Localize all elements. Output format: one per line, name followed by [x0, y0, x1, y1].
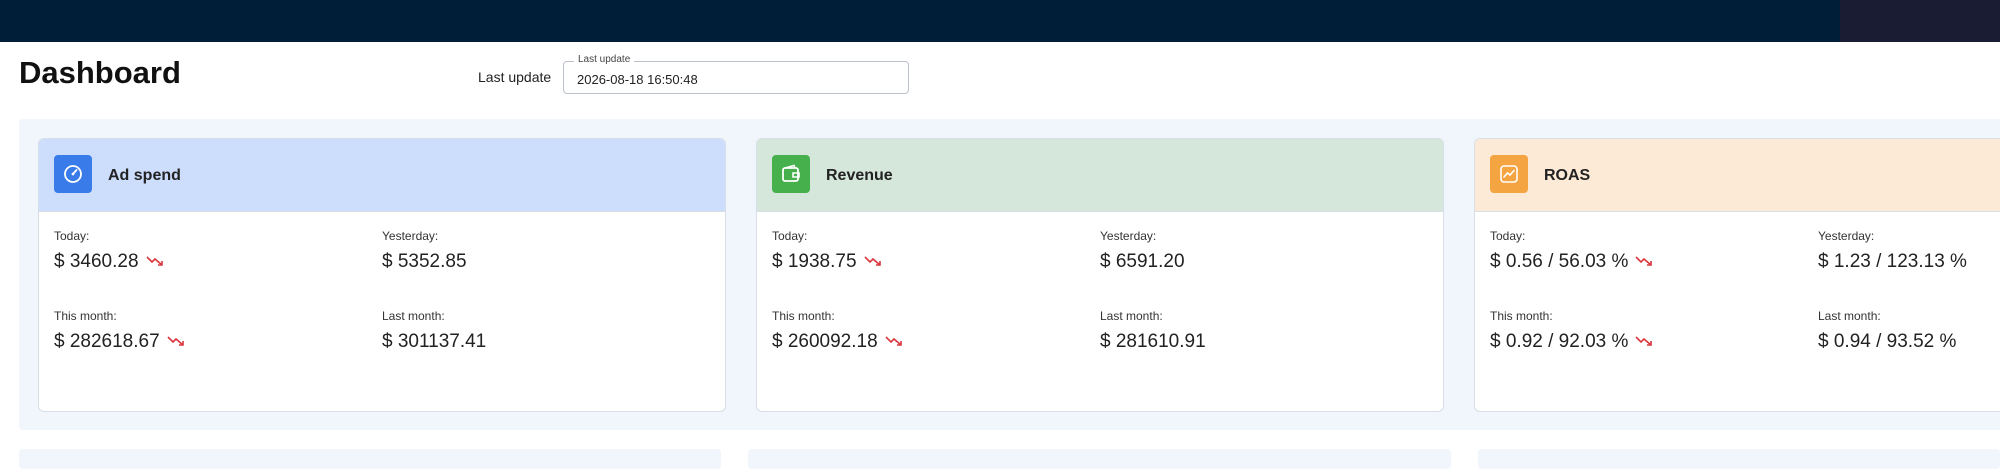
last-update-value: 2026-08-18 16:50:48: [577, 72, 698, 87]
card-roas: ROAS Today: $ 0.56 / 56.03 % Yesterday: …: [1474, 138, 2000, 412]
stat-value: $ 260092.18: [772, 331, 878, 352]
stat-value-row: $ 3460.28: [54, 251, 164, 273]
stat-label: Last month:: [1100, 309, 1163, 323]
stat-label: This month:: [54, 309, 117, 323]
top-app-bar: [0, 0, 2000, 42]
stat-last-month: Last month: $ 301137.41: [382, 309, 486, 353]
stat-label: Last month:: [1818, 309, 1881, 323]
stat-last-month: Last month: $ 0.94 / 93.52 %: [1818, 309, 1956, 353]
trend-down-icon: [1635, 251, 1653, 273]
trend-down-icon: [863, 251, 882, 273]
wallet-icon: [772, 155, 810, 193]
stat-value-row: $ 1938.75: [772, 251, 882, 273]
stat-value-row: $ 0.92 / 92.03 %: [1490, 331, 1653, 353]
card-header: ROAS: [1475, 139, 2000, 212]
page-title: Dashboard: [19, 55, 181, 90]
stat-yesterday: Yesterday: $ 5352.85: [382, 229, 467, 273]
lower-card: [19, 449, 721, 469]
stat-value: $ 282618.67: [54, 331, 160, 352]
card-header: Revenue: [757, 139, 1443, 212]
stat-yesterday: Yesterday: $ 6591.20: [1100, 229, 1185, 273]
stat-value: $ 301137.41: [382, 331, 487, 352]
stat-today: Today: $ 0.56 / 56.03 %: [1490, 229, 1653, 273]
stat-value: $ 0.56 / 56.03 %: [1490, 251, 1629, 272]
stat-this-month: This month: $ 282618.67: [54, 309, 185, 353]
chart-up-icon: [1490, 155, 1528, 193]
stat-today: Today: $ 3460.28: [54, 229, 164, 273]
stat-value-row: $ 0.56 / 56.03 %: [1490, 251, 1653, 273]
stat-label: This month:: [1490, 309, 1553, 323]
trend-down-icon: [167, 331, 185, 353]
stat-label: Yesterday:: [1818, 229, 1875, 243]
stat-today: Today: $ 1938.75: [772, 229, 882, 273]
stat-value-row: $ 260092.18: [772, 331, 903, 353]
stat-yesterday: Yesterday: $ 1.23 / 123.13 %: [1818, 229, 1967, 273]
card-title: Ad spend: [108, 167, 181, 184]
card-revenue: Revenue Today: $ 1938.75 Yesterday: $ 65…: [756, 138, 1444, 412]
last-update-field-legend: Last update: [574, 54, 635, 65]
stat-this-month: This month: $ 260092.18: [772, 309, 903, 353]
stat-this-month: This month: $ 0.92 / 92.03 %: [1490, 309, 1653, 353]
stat-value: $ 0.92 / 92.03 %: [1490, 331, 1629, 352]
lower-card: [748, 449, 1451, 469]
user-menu-area[interactable]: [1840, 0, 2000, 42]
stat-value: $ 3460.28: [54, 251, 139, 272]
stat-label: Last month:: [382, 309, 445, 323]
stat-value: $ 6591.20: [1100, 251, 1185, 272]
card-title: ROAS: [1544, 167, 1591, 184]
last-update-label: Last update: [478, 69, 552, 85]
stat-label: This month:: [772, 309, 835, 323]
stat-label: Today:: [54, 229, 90, 243]
lower-card: [1478, 449, 2000, 469]
stat-value: $ 1938.75: [772, 251, 857, 272]
speedometer-icon: [54, 155, 92, 193]
stat-value-row: $ 282618.67: [54, 331, 185, 353]
trend-down-icon: [1635, 331, 1653, 353]
last-update-field[interactable]: Last update 2026-08-18 16:50:48: [563, 54, 909, 94]
trend-down-icon: [145, 251, 164, 273]
stat-value: $ 5352.85: [382, 251, 467, 272]
stat-label: Today:: [772, 229, 808, 243]
stat-value: $ 0.94 / 93.52 %: [1818, 331, 1957, 352]
card-title: Revenue: [826, 167, 893, 184]
card-header: Ad spend: [39, 139, 725, 212]
stat-label: Today:: [1490, 229, 1526, 243]
card-ad-spend: Ad spend Today: $ 3460.28 Yesterday: $ 5…: [38, 138, 726, 412]
stat-label: Yesterday:: [382, 229, 439, 243]
trend-down-icon: [885, 331, 903, 353]
stat-value: $ 281610.91: [1100, 331, 1206, 352]
stat-label: Yesterday:: [1100, 229, 1157, 243]
stat-value: $ 1.23 / 123.13 %: [1818, 251, 1967, 272]
stat-last-month: Last month: $ 281610.91: [1100, 309, 1206, 353]
